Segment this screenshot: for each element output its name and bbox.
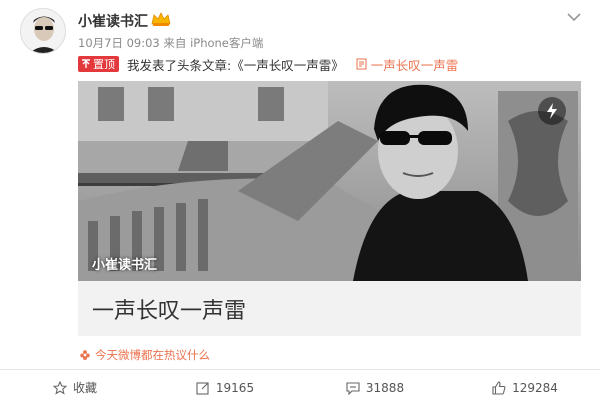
repost-count: 19165 bbox=[215, 380, 255, 395]
comment-button[interactable]: 31888 bbox=[300, 370, 450, 405]
post-meta: 10月7日 09:03 来自 iPhone客户端 bbox=[78, 35, 263, 51]
article-link-text: 一声长叹一声雷 bbox=[370, 57, 459, 73]
comment-count: 31888 bbox=[365, 380, 405, 395]
action-bar: 收藏 19165 31888 129284 bbox=[0, 370, 600, 405]
star-icon bbox=[52, 380, 67, 395]
favorite-button[interactable]: 收藏 bbox=[0, 370, 150, 405]
announcement-line: 置顶 我发表了头条文章:《一声长叹一声雷》 一声长叹一声雷 bbox=[78, 55, 458, 73]
thumbs-up-icon bbox=[492, 380, 506, 395]
repost-button[interactable]: 19165 bbox=[150, 370, 300, 405]
pin-label: 置顶 bbox=[93, 58, 115, 71]
article-title[interactable]: 一声长叹一声雷 bbox=[92, 293, 246, 325]
article-link[interactable]: 一声长叹一声雷 bbox=[356, 55, 459, 74]
post-time[interactable]: 10月7日 09:03 bbox=[78, 36, 160, 50]
via-prefix: 来自 bbox=[163, 36, 187, 50]
share-icon bbox=[196, 381, 209, 395]
article-doc-icon bbox=[356, 58, 367, 70]
announcement-text: 我发表了头条文章:《一声长叹一声雷》 bbox=[127, 57, 344, 73]
avatar-image bbox=[21, 9, 65, 53]
username[interactable]: 小崔读书汇 bbox=[78, 11, 148, 31]
article-card[interactable]: 小崔读书汇 一声长叹一声雷 bbox=[78, 81, 581, 336]
favorite-label: 收藏 bbox=[72, 381, 97, 395]
post-source[interactable]: iPhone客户端 bbox=[190, 36, 263, 50]
chevron-down-icon[interactable] bbox=[566, 8, 582, 22]
lightning-icon[interactable] bbox=[538, 97, 566, 125]
image-watermark: 小崔读书汇 bbox=[92, 258, 158, 273]
pin-arrow-icon bbox=[82, 59, 90, 68]
vip-crown-icon bbox=[150, 11, 172, 27]
flower-icon bbox=[80, 350, 90, 360]
article-cover-image bbox=[78, 81, 581, 281]
hot-topic-text: 今天微博都在热议什么 bbox=[95, 348, 210, 362]
avatar[interactable] bbox=[20, 8, 66, 54]
hot-topic-link[interactable]: 今天微博都在热议什么 bbox=[80, 347, 210, 363]
like-button[interactable]: 129284 bbox=[450, 370, 600, 405]
pin-badge: 置顶 bbox=[78, 56, 119, 72]
like-count: 129284 bbox=[512, 380, 558, 395]
comment-icon bbox=[346, 381, 360, 395]
